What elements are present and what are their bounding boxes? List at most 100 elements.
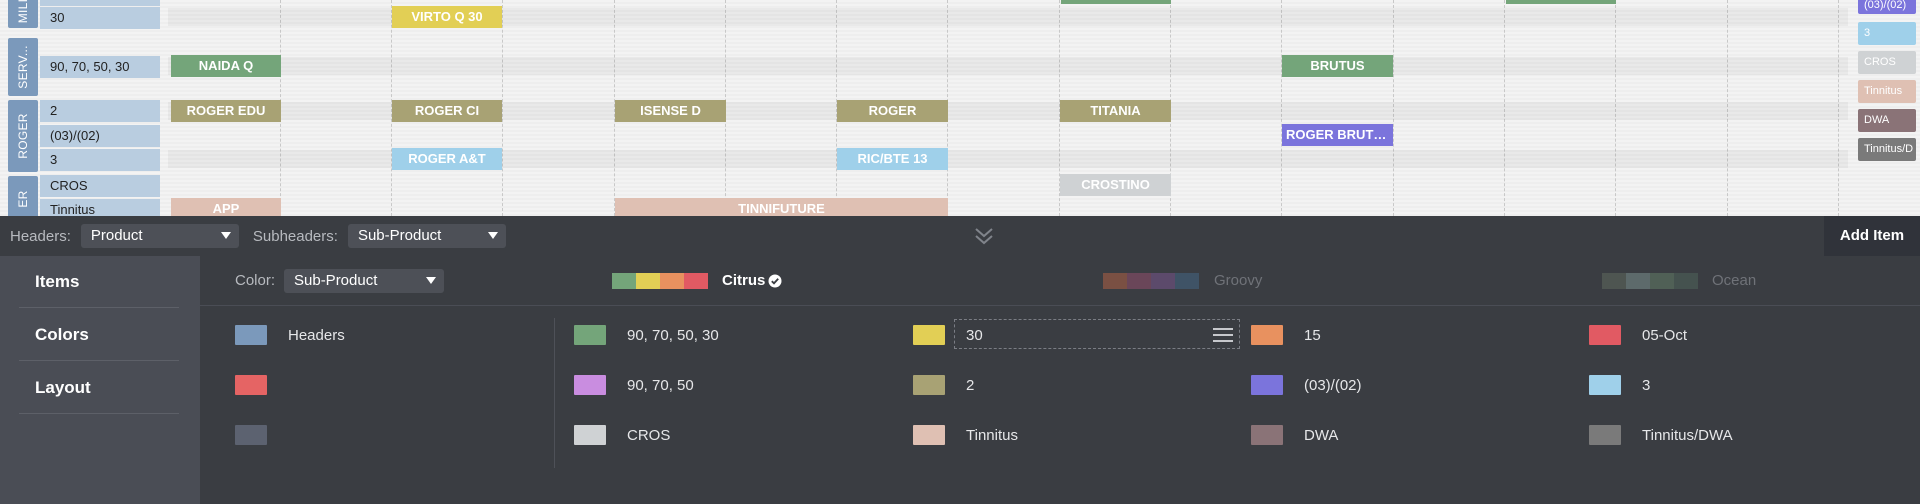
- group-header-serv[interactable]: SERV...: [8, 38, 38, 96]
- timeline-bar[interactable]: ISENSE D: [615, 100, 726, 122]
- color-swatch[interactable]: [574, 375, 606, 395]
- value-color-row[interactable]: DWA: [1251, 425, 1338, 445]
- swatch-label: 90, 70, 50, 30: [627, 326, 719, 344]
- legend-chip: (03)/(02): [1858, 0, 1916, 14]
- palette-color: [1175, 273, 1199, 289]
- palette-ocean-swatch[interactable]: [1602, 273, 1698, 289]
- swatch-label: 15: [1304, 326, 1321, 344]
- timeline-bar[interactable]: ROGER EDU: [171, 100, 281, 122]
- timeline-bar[interactable]: CROSTINO: [1060, 174, 1171, 196]
- color-swatch[interactable]: [913, 375, 945, 395]
- caret-down-icon: [487, 232, 498, 239]
- subheader-row[interactable]: CROS: [40, 175, 160, 197]
- palette-color: [684, 273, 708, 289]
- value-color-row[interactable]: 15: [1251, 325, 1321, 345]
- headers-label: Headers:: [10, 227, 71, 245]
- timeline-bar[interactable]: ROGER BRUTU...: [1282, 124, 1393, 146]
- header-color-row[interactable]: [235, 425, 267, 445]
- timeline-bar[interactable]: BRUTUS: [1282, 55, 1393, 77]
- sidebar-item-colors[interactable]: Colors: [19, 309, 179, 361]
- headers-select-value: Product: [90, 227, 143, 244]
- color-swatch[interactable]: [1589, 325, 1621, 345]
- swatch-label: Tinnitus/DWA: [1642, 426, 1733, 444]
- color-swatch[interactable]: [574, 425, 606, 445]
- color-select-value: Sub-Product: [294, 272, 378, 289]
- subheaders-select[interactable]: Sub-Product: [347, 224, 506, 248]
- swatch-label: 90, 70, 50: [627, 376, 694, 394]
- timeline-bar[interactable]: ROGER CI: [392, 100, 502, 122]
- timeline-bar[interactable]: RIC/BTE 13: [837, 148, 948, 170]
- timeline-bar[interactable]: TINNIFUTURE: [615, 198, 948, 216]
- subheader-row[interactable]: Tinnitus: [40, 199, 160, 216]
- palette-color: [1602, 273, 1626, 289]
- palette-color: [1103, 273, 1127, 289]
- color-swatch[interactable]: [1251, 325, 1283, 345]
- subheader-row[interactable]: (03)/(02): [40, 125, 160, 147]
- palette-groovy-swatch[interactable]: [1103, 273, 1199, 289]
- color-swatch[interactable]: [235, 375, 267, 395]
- palette-color: [1127, 273, 1151, 289]
- headers-select[interactable]: Product: [80, 224, 239, 248]
- subheader-row[interactable]: 90, 70, 50, 30: [40, 56, 160, 78]
- value-color-row[interactable]: 30: [913, 325, 983, 345]
- value-color-row[interactable]: Tinnitus: [913, 425, 1018, 445]
- value-color-row[interactable]: 3: [1589, 375, 1650, 395]
- swatch-label: 3: [1642, 376, 1651, 394]
- timeline-bar[interactable]: NAIDA Q: [171, 55, 281, 77]
- timeline-bar[interactable]: ROGER A&T: [392, 148, 502, 170]
- group-header-roger[interactable]: ROGER: [8, 100, 38, 172]
- palette-citrus-name[interactable]: Citrus: [722, 272, 765, 289]
- swatch-label: CROS: [627, 426, 671, 444]
- palette-citrus-swatch[interactable]: [612, 273, 708, 289]
- color-swatch[interactable]: [235, 325, 267, 345]
- header-color-row[interactable]: [235, 375, 267, 395]
- color-label: Color:: [235, 272, 276, 289]
- color-swatch[interactable]: [1589, 375, 1621, 395]
- value-color-row[interactable]: Tinnitus/DWA: [1589, 425, 1733, 445]
- value-color-row[interactable]: 90, 70, 50: [574, 375, 694, 395]
- color-swatch[interactable]: [1251, 425, 1283, 445]
- color-swatch[interactable]: [574, 325, 606, 345]
- color-swatch[interactable]: [235, 425, 267, 445]
- swatch-label: Tinnitus: [966, 426, 1018, 444]
- swatch-edit-box[interactable]: [954, 319, 1240, 349]
- color-swatch[interactable]: [1251, 375, 1283, 395]
- subheaders-select-value: Sub-Product: [357, 227, 442, 244]
- value-color-row[interactable]: (03)/(02): [1251, 375, 1362, 395]
- group-header-mili[interactable]: MILI: [8, 0, 38, 28]
- subheader-row[interactable]: 3: [40, 149, 160, 171]
- timeline-bar[interactable]: ROGER: [837, 100, 948, 122]
- value-color-row[interactable]: 2: [913, 375, 974, 395]
- timeline-bar[interactable]: VIRTO Q 30: [392, 6, 502, 28]
- timeline-bar[interactable]: TITANIA: [1060, 100, 1171, 122]
- sidebar-item-items[interactable]: Items: [19, 256, 179, 308]
- palette-color: [660, 273, 684, 289]
- palette-groovy-name[interactable]: Groovy: [1214, 272, 1262, 289]
- legend-chip: Tinnitus/D: [1858, 138, 1916, 161]
- collapse-chevron-icon[interactable]: [972, 226, 996, 246]
- color-swatch[interactable]: [913, 325, 945, 345]
- palette-ocean-name[interactable]: Ocean: [1712, 272, 1756, 289]
- color-swatch[interactable]: [1589, 425, 1621, 445]
- group-header-er[interactable]: ER: [8, 176, 38, 216]
- menu-icon[interactable]: [1213, 328, 1233, 342]
- column-divider: [554, 318, 555, 468]
- check-circle-icon: [768, 274, 782, 288]
- value-color-row[interactable]: CROS: [574, 425, 670, 445]
- legend-chip: DWA: [1858, 109, 1916, 132]
- timeline-bar[interactable]: [1506, 0, 1616, 4]
- timeline-bar[interactable]: APP: [171, 198, 281, 216]
- timeline-bar[interactable]: [1061, 0, 1171, 4]
- value-color-row[interactable]: 05-Oct: [1589, 325, 1687, 345]
- sidebar-item-layout[interactable]: Layout: [19, 362, 179, 414]
- value-color-row[interactable]: 90, 70, 50, 30: [574, 325, 719, 345]
- subheader-row[interactable]: 30: [40, 7, 160, 29]
- legend-chip: CROS: [1858, 51, 1916, 74]
- color-by-select[interactable]: Sub-Product: [284, 269, 444, 293]
- subheader-row[interactable]: [40, 0, 160, 6]
- color-swatch[interactable]: [913, 425, 945, 445]
- toolbar: Headers: Product Subheaders: Sub-Product…: [0, 216, 1920, 256]
- subheader-row[interactable]: 2: [40, 100, 160, 122]
- header-color-row[interactable]: Headers: [235, 325, 345, 345]
- add-item-button[interactable]: Add Item: [1824, 216, 1920, 256]
